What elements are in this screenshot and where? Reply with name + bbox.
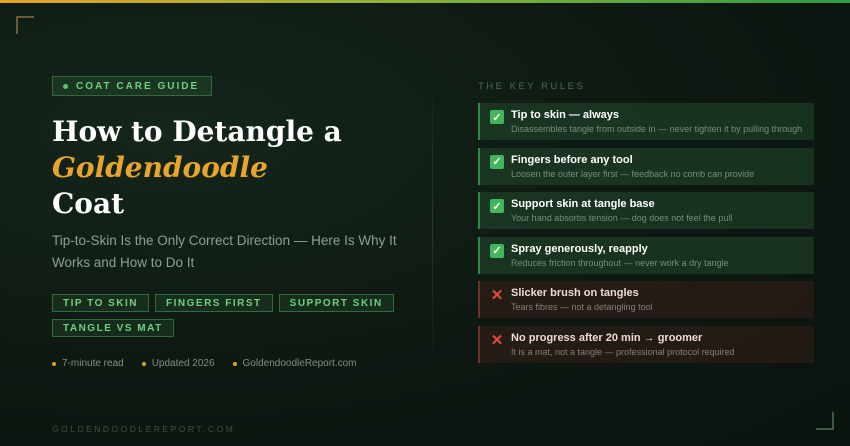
meta-site-text: GoldendoodleReport.com: [242, 358, 357, 369]
rule-title: Tip to skin — always: [511, 109, 619, 121]
rule-desc: It is a mat, not a tangle — professional…: [511, 346, 735, 357]
rule-item-good: ✓ Tip to skin — always Disassembles tangl…: [478, 103, 814, 140]
rule-desc: Your hand absorbs tension — dog does not…: [511, 213, 733, 223]
rule-desc: Disassembles tangle from outside in — ne…: [511, 124, 803, 134]
title-line-1: How to Detangle a: [52, 115, 342, 148]
rule-title: No progress after 20 min → groomer: [511, 331, 703, 344]
rule-item-bad: ✕ Slicker brush on tangles Tears fibres —…: [478, 281, 814, 318]
corner-bracket-bottom-right: [816, 412, 834, 430]
rule-desc: Reduces friction throughout — never work…: [511, 257, 729, 268]
check-icon: ✓: [490, 243, 504, 258]
check-icon: ✓: [490, 110, 504, 124]
bullet-icon: [232, 361, 237, 366]
bullet-icon: [141, 361, 146, 366]
column-divider: [432, 72, 433, 372]
cross-icon: ✕: [490, 287, 504, 304]
rule-item-bad: ✕ No progress after 20 min → groomer It i…: [478, 325, 814, 363]
tag-tip-to-skin: TIP TO SKIN: [52, 294, 150, 312]
meta-updated-text: Updated 2026: [151, 358, 215, 369]
rule-title: Spray generously, reapply: [511, 242, 648, 255]
rule-title: Slicker brush on tangles: [511, 287, 639, 299]
rule-item-good: ✓ Spray generously, reapply Reduces frict…: [478, 236, 814, 274]
page-title: How to Detangle a Goldendoodle Coat: [52, 114, 422, 222]
rule-desc: Tears fibres — not a detangling tool: [511, 302, 653, 312]
title-accent: Goldendoodle: [52, 151, 268, 184]
footer-site: GOLDENDOODLEREPORT.COM: [52, 424, 236, 434]
bullet-icon: [52, 361, 56, 366]
tag-list: TIP TO SKIN FINGERS FIRST SUPPORT SKIN T…: [52, 294, 422, 337]
rule-item-good: ✓ Fingers before any tool Loosen the oute…: [478, 147, 814, 185]
check-icon: ✓: [490, 199, 504, 213]
top-gradient-bar: [0, 0, 850, 3]
tag-tangle-vs-mat: TANGLE VS MAT: [52, 319, 174, 337]
rules-list: ✓ Tip to skin — always Disassembles tangl…: [478, 103, 814, 370]
meta-updated: Updated 2026: [141, 358, 215, 369]
tag-fingers-first: FINGERS FIRST: [155, 294, 273, 312]
dot-icon: [63, 83, 68, 89]
meta-read-time-text: 7-minute read: [62, 358, 124, 369]
tag-support-skin: SUPPORT SKIN: [278, 294, 394, 312]
meta-read-time: 7-minute read: [52, 358, 124, 369]
rule-item-good: ✓ Support skin at tangle base Your hand a…: [478, 192, 814, 229]
rule-title: Support skin at tangle base: [511, 198, 655, 210]
rule-desc: Loosen the outer layer first — feedback …: [511, 168, 755, 179]
meta-site: GoldendoodleReport.com: [232, 358, 357, 369]
subtitle: Tip-to-Skin Is the Only Correct Directio…: [52, 233, 397, 270]
category-badge: COAT CARE GUIDE: [52, 76, 213, 96]
badge-label: COAT CARE GUIDE: [76, 80, 200, 92]
rule-title: Fingers before any tool: [511, 153, 633, 166]
cross-icon: ✕: [490, 331, 504, 349]
rules-heading: THE KEY RULES: [478, 81, 586, 92]
check-icon: ✓: [490, 154, 504, 169]
corner-bracket-top-left: [16, 16, 34, 34]
article-meta: 7-minute read Updated 2026 GoldendoodleR…: [52, 358, 357, 369]
title-line-3: Coat: [52, 187, 125, 220]
